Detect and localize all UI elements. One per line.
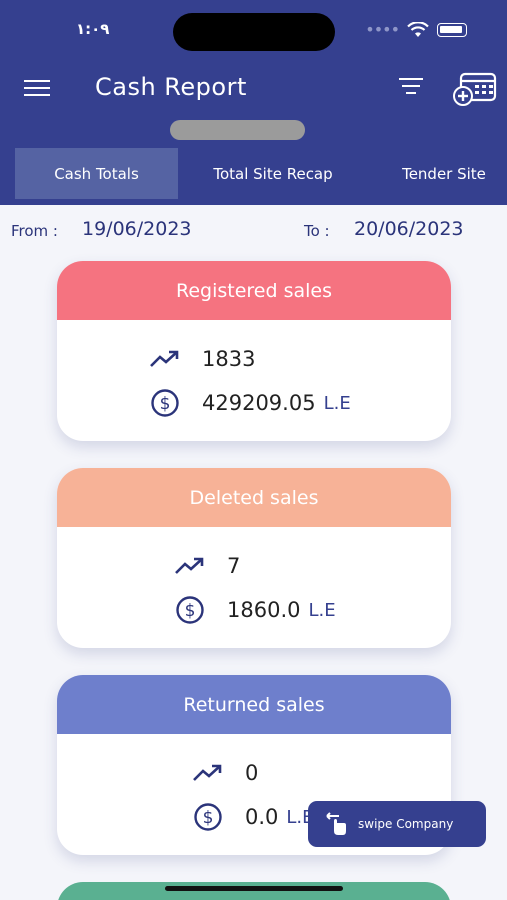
calendar-add-icon[interactable] [453, 72, 497, 106]
card-title: Registered sales [57, 261, 451, 320]
status-time: ١:٠٩ [76, 20, 110, 38]
svg-text:$: $ [185, 601, 196, 621]
sales-amount: 429209.05 [202, 391, 316, 415]
from-date[interactable]: 19/06/2023 [82, 218, 192, 240]
currency-label: L.E [323, 392, 351, 414]
hamburger-menu-icon[interactable] [24, 80, 50, 98]
page-title: Cash Report [95, 73, 247, 101]
dollar-circle-icon: $ [176, 596, 204, 624]
swipe-hand-icon [326, 812, 346, 835]
next-card-peek [57, 882, 451, 900]
to-date[interactable]: 20/06/2023 [354, 218, 464, 240]
amount-row: $ 429209.05 L.E [150, 388, 351, 418]
tab-tender-site[interactable]: Tender Site [384, 148, 504, 199]
amount-row: $ 1860.0 L.E [175, 595, 336, 625]
svg-text:$: $ [203, 808, 214, 828]
signal-dots-icon: •••• [365, 20, 400, 39]
swipe-company-label: swipe Company [358, 817, 454, 831]
count-row: 7 [175, 554, 240, 578]
sales-count: 7 [227, 554, 241, 578]
trending-up-icon [150, 350, 179, 367]
currency-label: L.E [308, 599, 336, 621]
registered-sales-card: Registered sales 1833 $ 429209.05 L.E [57, 261, 451, 441]
count-row: 0 [193, 761, 258, 785]
app-header: ١:٠٩ •••• Cash Report Cash Totals Total … [0, 0, 507, 205]
amount-row: $ 0.0 L.E [193, 802, 314, 832]
count-row: 1833 [150, 347, 255, 371]
dynamic-island [173, 13, 335, 51]
dollar-circle-icon: $ [151, 389, 179, 417]
battery-icon [437, 22, 467, 37]
home-indicator[interactable] [165, 886, 343, 891]
tab-bar: Cash Totals Total Site Recap Tender Site [0, 148, 507, 199]
to-label: To : [304, 222, 330, 240]
status-icons: •••• [365, 20, 467, 39]
swipe-company-button[interactable]: swipe Company [308, 801, 486, 847]
from-label: From : [11, 222, 58, 240]
sales-amount: 0.0 [245, 805, 279, 829]
card-title: Returned sales [57, 675, 451, 734]
tab-total-site-recap[interactable]: Total Site Recap [190, 148, 356, 199]
svg-text:$: $ [160, 394, 171, 414]
sales-count: 1833 [202, 347, 256, 371]
deleted-sales-card: Deleted sales 7 $ 1860.0 L.E [57, 468, 451, 648]
trending-up-icon [175, 557, 204, 574]
trending-up-icon [193, 764, 222, 781]
wifi-icon [407, 21, 429, 37]
company-name-placeholder [170, 120, 305, 140]
date-range: From : 19/06/2023 To : 20/06/2023 [0, 218, 507, 246]
dollar-circle-icon: $ [194, 803, 222, 831]
filter-icon[interactable] [398, 78, 424, 100]
sales-amount: 1860.0 [227, 598, 301, 622]
card-title: Deleted sales [57, 468, 451, 527]
tab-cash-totals[interactable]: Cash Totals [15, 148, 178, 199]
sales-count: 0 [245, 761, 259, 785]
